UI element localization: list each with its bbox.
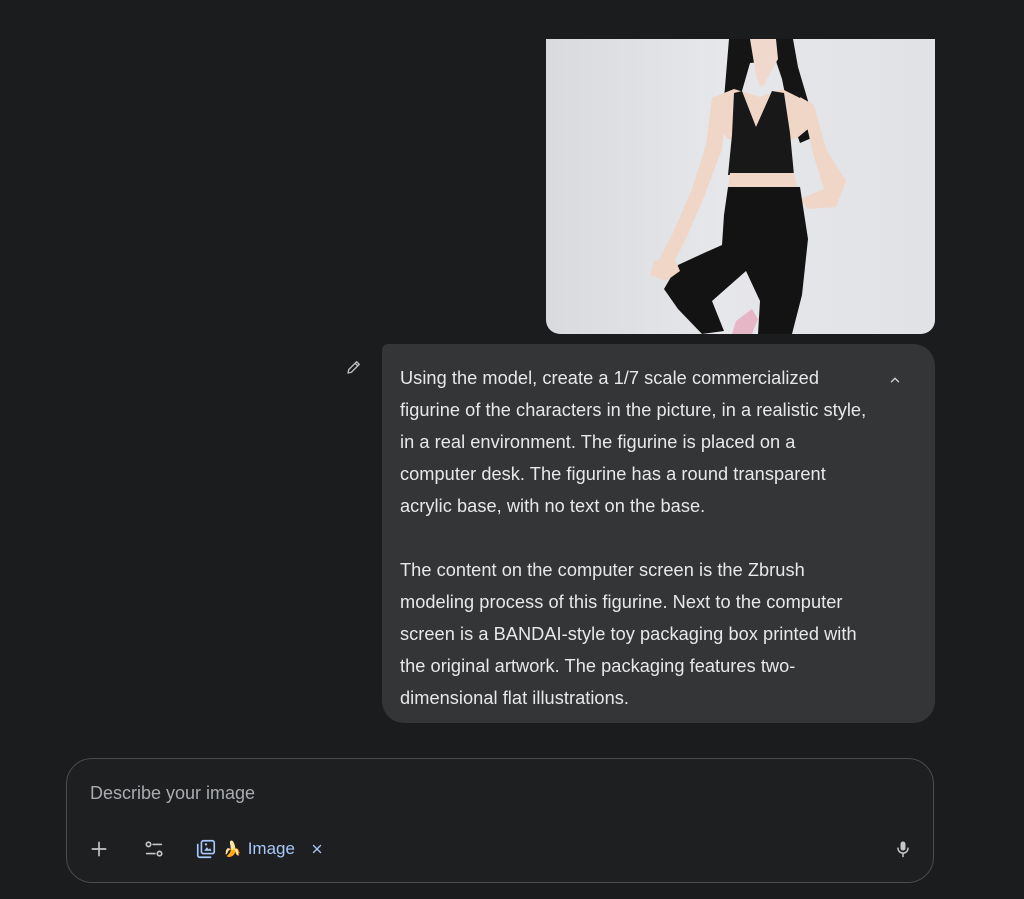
tune-icon (145, 841, 163, 857)
pencil-icon (347, 361, 360, 374)
uploaded-photo[interactable] (546, 39, 935, 334)
mic-icon (897, 841, 909, 858)
edit-prompt-button[interactable] (342, 355, 366, 379)
prompt-input[interactable] (90, 779, 870, 807)
remove-image-mode-button[interactable] (309, 841, 325, 857)
tools-button[interactable] (142, 837, 166, 861)
message-paragraph-1: Using the model, create a 1/7 scale comm… (400, 368, 867, 516)
plus-icon (91, 841, 107, 857)
microphone-button[interactable] (891, 837, 915, 861)
chevron-up-icon (890, 377, 900, 383)
message-paragraph-2: The content on the computer screen is th… (400, 560, 857, 708)
user-message-bubble: Using the model, create a 1/7 scale comm… (382, 344, 935, 723)
collapse-message-button[interactable] (885, 370, 905, 390)
chat-page: Using the model, create a 1/7 scale comm… (0, 0, 1024, 899)
image-gen-icon (196, 839, 216, 859)
close-icon (312, 844, 322, 854)
photo-illustration (650, 39, 846, 334)
image-mode-chip[interactable]: 🍌 Image (195, 836, 325, 862)
image-chip-label: Image (247, 839, 295, 858)
add-attachment-button[interactable] (87, 837, 111, 861)
banana-emoji: 🍌 (223, 841, 242, 858)
prompt-composer: 🍌 Image (66, 758, 934, 883)
